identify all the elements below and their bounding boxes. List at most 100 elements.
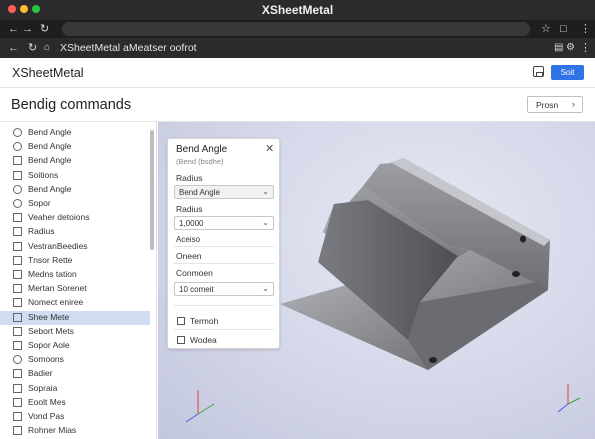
- sidebar-item[interactable]: Tnsor Rette: [0, 254, 150, 268]
- app-title: XSheetMetal: [12, 66, 84, 80]
- sidebar-item[interactable]: Nomect eniree: [0, 296, 150, 310]
- sidebar-item[interactable]: Bend Angle: [0, 126, 150, 140]
- common-label: Conmoen: [176, 268, 213, 278]
- radius-label-2: Radius: [176, 204, 203, 214]
- common-value: 10 comeit: [179, 285, 214, 294]
- sidebar-item-label: Bend Angle: [28, 183, 72, 194]
- wodea-checkbox[interactable]: [177, 336, 185, 344]
- bend-type-value: Bend Angle: [179, 188, 220, 197]
- circle-icon: [13, 199, 22, 208]
- settings-icon[interactable]: ⚙: [566, 41, 575, 55]
- sidebar-item[interactable]: Somoons: [0, 353, 150, 367]
- sidebar-item[interactable]: Eoolt Mes: [0, 396, 150, 410]
- bend-type-select[interactable]: Bend Angle ⌄: [174, 185, 274, 199]
- sidebar-item[interactable]: Medns tation: [0, 268, 150, 282]
- grid-icon: [13, 255, 22, 265]
- panel-icon: [13, 241, 22, 251]
- radius-value: 1,0000: [179, 219, 204, 228]
- gear-icon: [13, 142, 22, 152]
- axis-triad-right: [557, 384, 581, 413]
- bookmark-icon[interactable]: ▤: [554, 41, 563, 55]
- grid-icon: [13, 213, 22, 223]
- sidebar-item[interactable]: Badier: [0, 367, 150, 381]
- sidebar-item-label: Eoolt Mes: [28, 396, 66, 407]
- sidebar-item-label: Nomect eniree: [28, 297, 84, 308]
- common-select[interactable]: 10 comeit ⌄: [174, 282, 274, 296]
- circle-icon: [13, 128, 22, 137]
- oneen-label: Oneen: [176, 251, 202, 261]
- sidebar-item[interactable]: Radius: [0, 225, 150, 239]
- sidebar-item-label: Radius: [28, 226, 55, 237]
- sidebar-item[interactable]: VestranBeedies: [0, 240, 150, 254]
- divider: [174, 305, 274, 306]
- sidebar-item[interactable]: Soitions: [0, 169, 150, 183]
- home-icon[interactable]: ⌂: [44, 41, 50, 55]
- sidebar-item-label: Somoons: [28, 354, 64, 365]
- sidebar-item-label: Bend Angle: [28, 127, 72, 137]
- divider: [174, 329, 274, 330]
- star-icon[interactable]: ☆: [541, 22, 551, 36]
- panel-icon: [13, 284, 22, 294]
- sidebar-item-label: Mertan Sorenet: [28, 283, 87, 294]
- sidebar-item[interactable]: Bend Angle: [0, 183, 150, 197]
- panel-icon: [13, 156, 22, 166]
- sidebar-scrollbar[interactable]: [150, 130, 154, 250]
- sidebar-item[interactable]: Sebort Mets: [0, 325, 150, 339]
- back-arrow-icon[interactable]: ←: [8, 22, 19, 36]
- sidebar-item[interactable]: Bend Angle: [0, 140, 150, 154]
- aceiso-label: Aceiso: [176, 235, 201, 244]
- reload-icon[interactable]: ↻: [28, 41, 37, 55]
- termoh-label: Termoh: [190, 316, 219, 326]
- panel-icon: [13, 383, 22, 393]
- sidebar-item[interactable]: Sopor: [0, 197, 150, 211]
- panel-icon: [13, 326, 22, 336]
- solid-button[interactable]: Soit: [551, 65, 584, 80]
- menu-dots-icon[interactable]: ⋮: [580, 41, 591, 55]
- sidebar-item-label: Bend Angle: [28, 141, 72, 152]
- radius-label: Radius: [176, 173, 203, 183]
- hole-bottom: [429, 357, 437, 363]
- sidebar-item[interactable]: Bend Angle: [0, 154, 150, 168]
- preview-button[interactable]: Prosn ›: [527, 96, 583, 113]
- sidebar-item-label: Sopraia: [28, 382, 58, 393]
- sidebar-item[interactable]: Veaher detoions: [0, 211, 150, 225]
- close-icon[interactable]: ✕: [265, 142, 274, 155]
- radius-value-select[interactable]: 1,0000 ⌄: [174, 216, 274, 230]
- axis-triad-left: [185, 390, 215, 423]
- sidebar-item[interactable]: Sopraia: [0, 382, 150, 396]
- grid-icon: [13, 170, 22, 180]
- sidebar-item-label: Shee Mete: [28, 311, 70, 322]
- sidebar-item[interactable]: Rohner Mias: [0, 424, 150, 438]
- chevron-down-icon: ⌄: [262, 187, 269, 196]
- termoh-checkbox[interactable]: [177, 317, 185, 325]
- sidebar-item-label: Medns tation: [28, 269, 77, 279]
- panel-icon: [13, 369, 22, 379]
- sidebar-item-label: Soitions: [28, 169, 59, 180]
- sidebar-item[interactable]: Mertan Sorenet: [0, 282, 150, 296]
- gear-icon: [13, 184, 22, 194]
- panel-icon: [13, 412, 22, 421]
- menu-dots-icon[interactable]: ⋮: [580, 22, 591, 36]
- reload-icon[interactable]: ↻: [40, 22, 49, 36]
- sidebar-item[interactable]: Sopor Aole: [0, 339, 150, 353]
- extension-icon[interactable]: □: [560, 22, 567, 36]
- app-header: [0, 58, 595, 88]
- sidebar-item[interactable]: Shee Mete: [0, 310, 150, 325]
- panel-icon: [13, 270, 22, 279]
- panel-icon: [13, 341, 22, 350]
- forward-arrow-icon[interactable]: →: [22, 22, 33, 36]
- sidebar-item-label: Veaher detoions: [28, 212, 90, 223]
- panel-subtitle: (Bend (bsdhe): [176, 157, 224, 166]
- back-arrow-icon[interactable]: ←: [8, 41, 19, 55]
- section-title: Bendig commands: [11, 97, 132, 113]
- hole-top: [520, 235, 526, 243]
- sidebar-item-label: Sopor Aole: [28, 340, 70, 350]
- omnibox[interactable]: [62, 22, 530, 36]
- chevron-down-icon: ⌄: [262, 284, 269, 293]
- url-text[interactable]: XSheetMetal aMeatser oofrot: [60, 42, 197, 54]
- sidebar-item[interactable]: Vond Pas: [0, 410, 150, 424]
- chevron-down-icon: ⌄: [262, 218, 269, 227]
- wodea-label: Wodea: [190, 335, 217, 345]
- sidebar-item-label: Badier: [28, 368, 53, 379]
- save-icon[interactable]: [533, 66, 544, 77]
